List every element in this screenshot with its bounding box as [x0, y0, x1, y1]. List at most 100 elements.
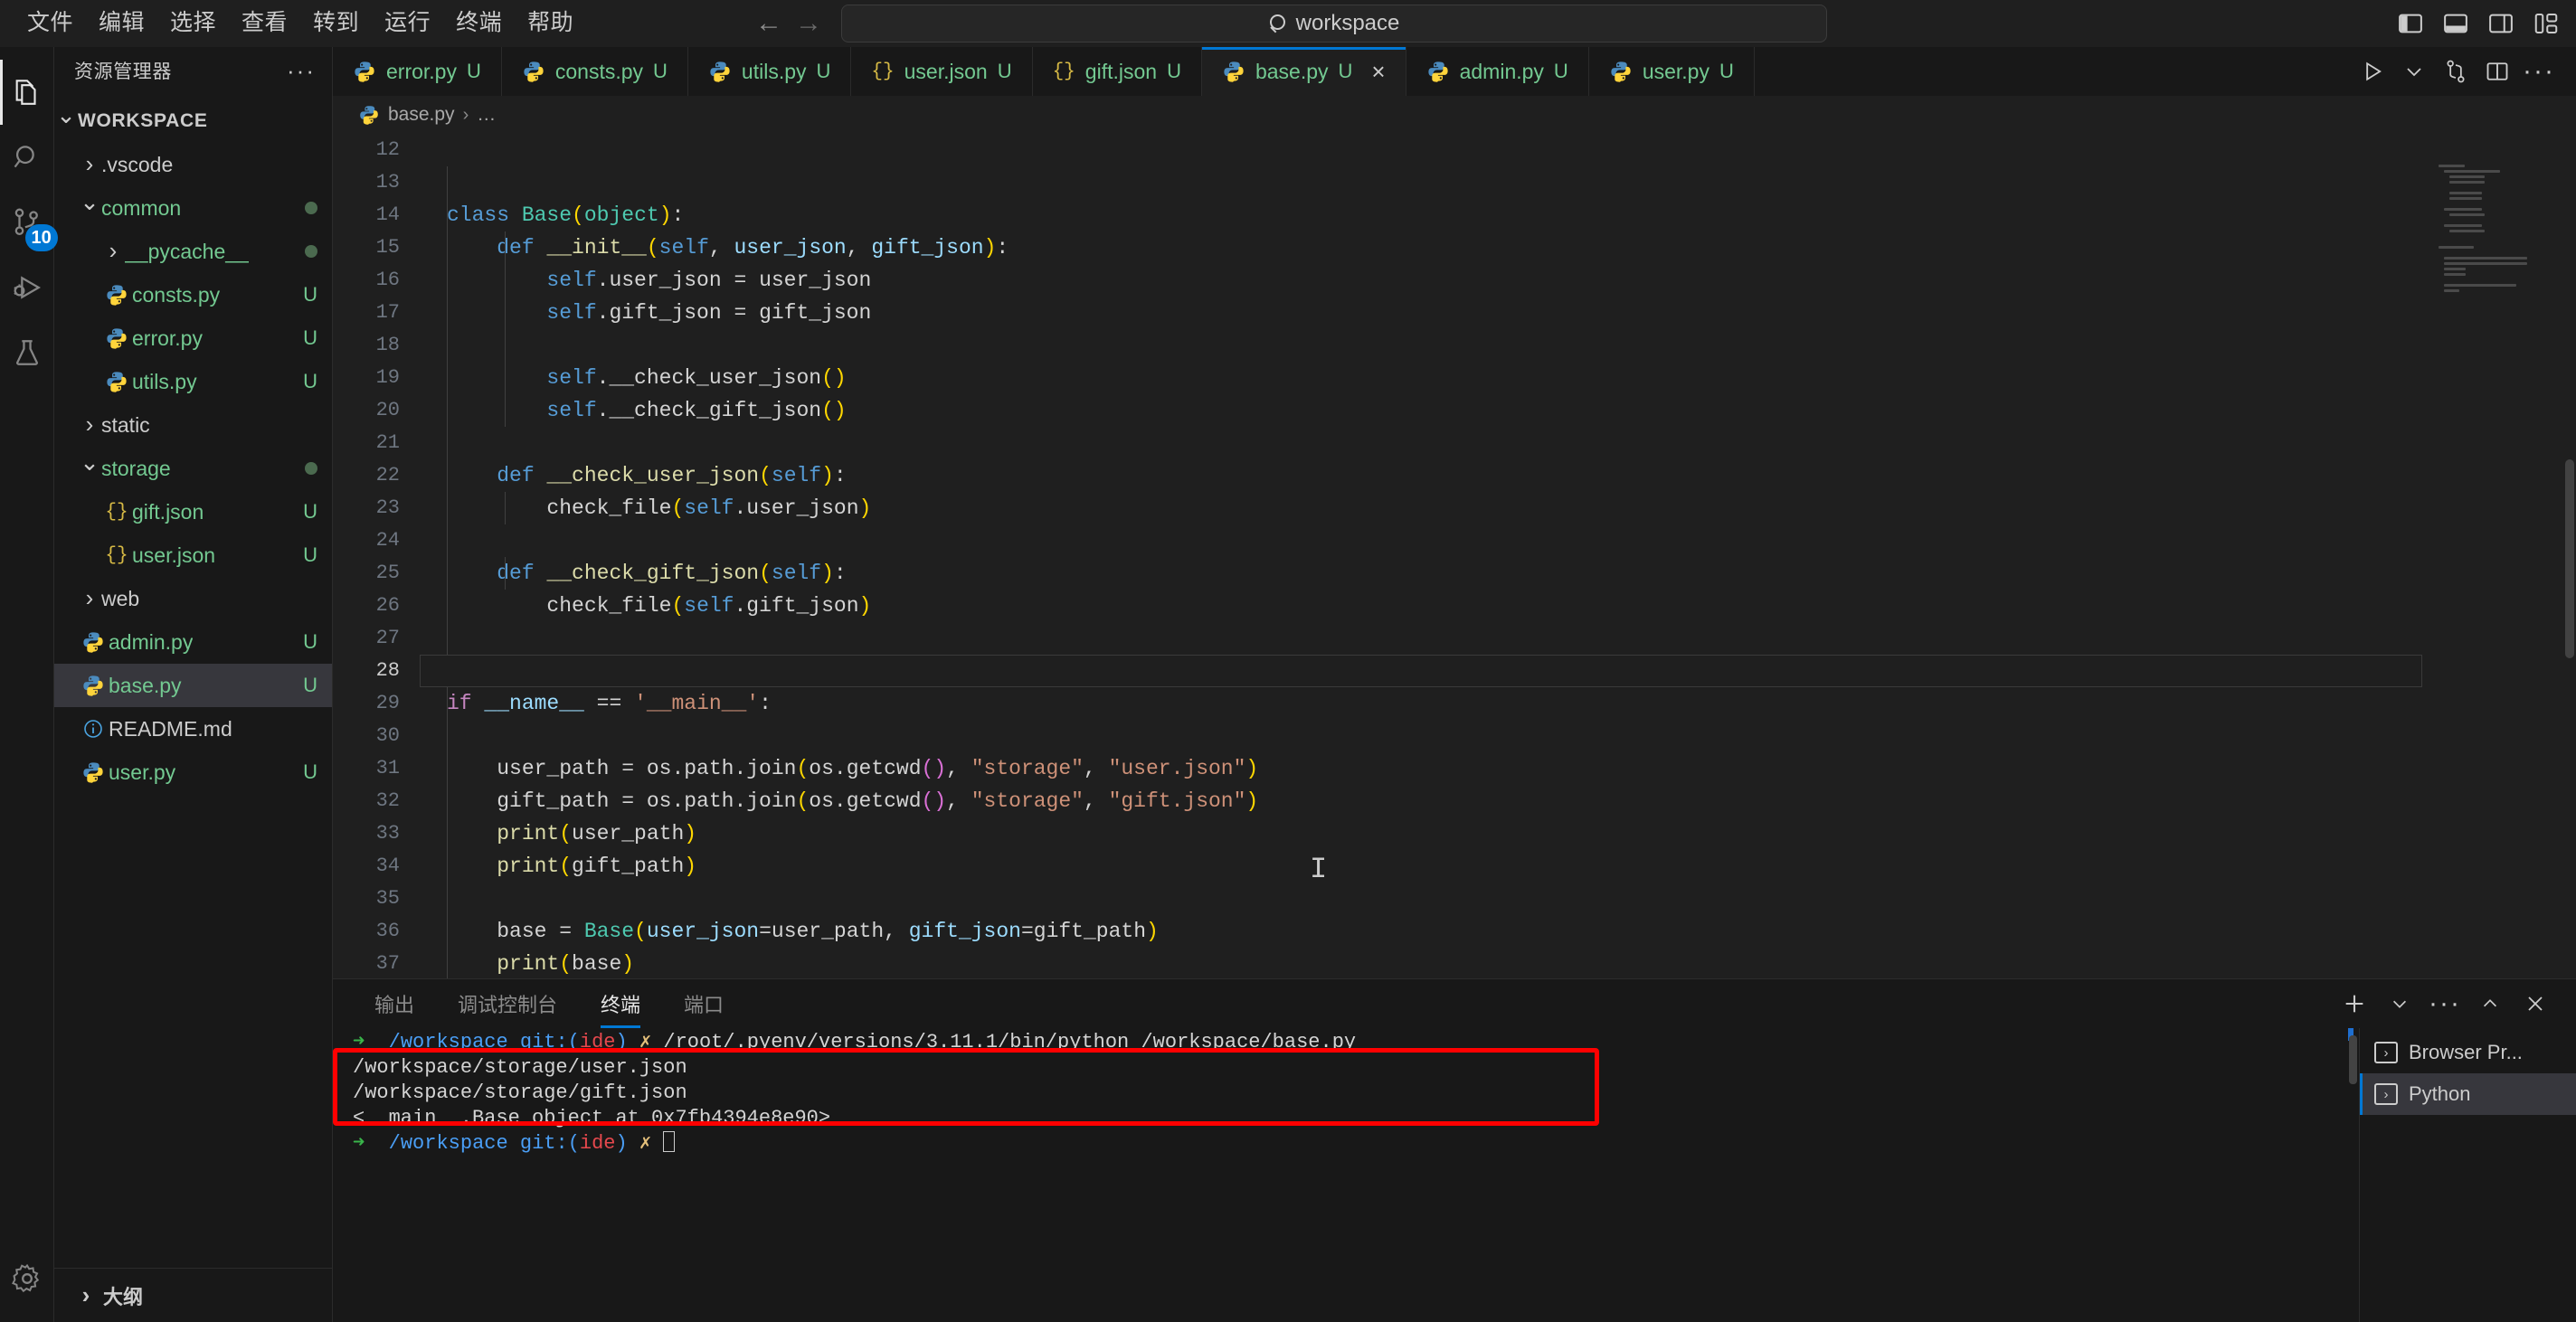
tree-item-common[interactable]: common — [54, 186, 332, 230]
editor-tab-user-py[interactable]: user.py U — [1588, 47, 1755, 96]
menu-item[interactable]: 查看 — [229, 5, 300, 41]
panel-tab-2[interactable]: 终端 — [584, 979, 657, 1028]
menu-item[interactable]: 文件 — [14, 5, 86, 41]
panel-tab-1[interactable]: 调试控制台 — [441, 979, 573, 1028]
tree-item-error-py[interactable]: error.py U — [54, 316, 332, 360]
code-text[interactable]: gift_path = os.path.join(os.getcwd(), "s… — [420, 785, 2431, 817]
tree-item-readme-md[interactable]: README.md — [54, 707, 332, 751]
menu-item[interactable]: 转到 — [300, 5, 372, 41]
menu-item[interactable]: 运行 — [372, 5, 443, 41]
code-text[interactable]: check_file(self.user_json) — [420, 492, 2431, 524]
code-text[interactable]: print(base) — [420, 948, 2431, 978]
split-branch-icon — [2447, 60, 2465, 83]
tree-root-workspace[interactable]: WORKSPACE — [54, 99, 332, 143]
menu-item[interactable]: 终端 — [443, 5, 515, 41]
split-branch-button[interactable] — [2435, 47, 2477, 96]
toggle-panel-icon[interactable] — [2442, 10, 2469, 37]
go-forward-button[interactable]: → — [789, 4, 829, 43]
menu-item[interactable]: 选择 — [157, 5, 229, 41]
split-editor-button[interactable] — [2477, 47, 2518, 96]
close-panel-button[interactable] — [2514, 983, 2556, 1025]
code-text[interactable]: user_path = os.path.join(os.getcwd(), "s… — [420, 752, 2431, 785]
code-text[interactable]: self.__check_user_json() — [420, 362, 2431, 394]
code-text[interactable]: def __check_user_json(self): — [420, 459, 2431, 492]
editor-scrollbar[interactable] — [2563, 134, 2576, 978]
menu-item[interactable]: 帮助 — [515, 5, 586, 41]
editor-tab-close-button[interactable]: × — [1371, 60, 1385, 83]
toggle-primary-sidebar-icon[interactable] — [2397, 10, 2424, 37]
code-line: 18 — [333, 329, 2431, 362]
panel-tab-3[interactable]: 端口 — [668, 979, 740, 1028]
code-line: 37 print(base) — [333, 948, 2431, 978]
line-number: 22 — [375, 464, 400, 486]
tree-item--pycache-[interactable]: __pycache__ — [54, 230, 332, 273]
panel-more-actions-button[interactable]: ··· — [2424, 983, 2466, 1025]
customize-layout-icon[interactable] — [2533, 10, 2560, 37]
code-token: =user_path, — [759, 920, 909, 943]
editor-tab-admin-py[interactable]: admin.py U — [1406, 47, 1589, 96]
tree-item-base-py[interactable]: base.py U — [54, 664, 332, 707]
code-text[interactable]: base = Base(user_json=user_path, gift_js… — [420, 915, 2431, 948]
tree-item-utils-py[interactable]: utils.py U — [54, 360, 332, 403]
activity-item-explorer[interactable] — [0, 60, 54, 125]
editor-tab-base-py[interactable]: base.py U × — [1201, 47, 1406, 96]
activity-item-manage[interactable] — [0, 1246, 54, 1311]
maximize-panel-button[interactable] — [2469, 983, 2511, 1025]
activity-item-source-control[interactable]: 10 — [0, 190, 58, 255]
terminal-scrollbar-thumb[interactable] — [2349, 1035, 2357, 1084]
editor-tab-utils-py[interactable]: utils.py U — [687, 47, 852, 96]
tree-item-consts-py[interactable]: consts.py U — [54, 273, 332, 316]
code-text[interactable]: class Base(object): — [420, 199, 2431, 231]
tree-item-web[interactable]: web — [54, 577, 332, 620]
code-text[interactable]: def __check_gift_json(self): — [420, 557, 2431, 590]
code-viewport[interactable]: 12 13 14 class Base(object): 15 def __init__… — [333, 134, 2431, 978]
code-text[interactable]: def __init__(self, user_json, gift_json)… — [420, 231, 2431, 264]
code-text[interactable]: self.__check_gift_json() — [420, 394, 2431, 427]
tree-item--vscode[interactable]: .vscode — [54, 143, 332, 186]
code-text[interactable]: check_file(self.gift_json) — [420, 590, 2431, 622]
editor-scrollbar-thumb[interactable] — [2565, 459, 2574, 658]
run-options-button[interactable] — [2393, 47, 2435, 96]
tree-item-static[interactable]: static — [54, 403, 332, 447]
breadcrumb-trail[interactable]: … — [477, 104, 496, 126]
code-text[interactable]: print(gift_path) — [420, 850, 2431, 883]
editor-tab-consts-py[interactable]: consts.py U — [501, 47, 688, 96]
activity-item-search[interactable] — [0, 125, 54, 190]
run-python-file-button[interactable] — [2352, 47, 2393, 96]
code-text[interactable]: if __name__ == '__main__': — [420, 687, 2431, 720]
command-center[interactable]: workspace — [841, 5, 1827, 42]
tree-item-label: gift.json — [132, 499, 204, 524]
editor-tab-gift-json[interactable]: {} gift.json U — [1032, 47, 1202, 96]
breadcrumb-file[interactable]: base.py — [388, 104, 455, 126]
editor-more-actions-button[interactable]: ··· — [2518, 47, 2560, 96]
code-token: ) — [684, 822, 697, 845]
sidebar-more-actions-icon[interactable]: ··· — [287, 59, 316, 82]
sidebar-section-outline[interactable]: 大纲 — [54, 1268, 332, 1322]
toggle-secondary-sidebar-icon[interactable] — [2487, 10, 2514, 37]
code-text[interactable]: self.user_json = user_json — [420, 264, 2431, 297]
tree-item-user-json[interactable]: {} user.json U — [54, 534, 332, 577]
add-terminal-button[interactable] — [2334, 983, 2375, 1025]
terminal-profile-dropdown[interactable] — [2379, 983, 2420, 1025]
line-number: 23 — [375, 496, 400, 519]
code-text[interactable]: print(user_path) — [420, 817, 2431, 850]
go-back-button[interactable]: ← — [749, 4, 789, 43]
menu-item[interactable]: 编辑 — [86, 5, 157, 41]
activity-item-testing[interactable] — [0, 320, 54, 385]
activity-item-run-and-debug[interactable] — [0, 255, 54, 320]
panel-tab-0[interactable]: 输出 — [358, 979, 431, 1028]
tree-item-storage[interactable]: storage — [54, 447, 332, 490]
tree-item-admin-py[interactable]: admin.py U — [54, 620, 332, 664]
line-number: 37 — [375, 952, 400, 975]
tree-item-gift-json[interactable]: {} gift.json U — [54, 490, 332, 534]
editor-tab-error-py[interactable]: error.py U — [333, 47, 502, 96]
terminal-output[interactable]: ➜ /workspace git:(ide) ✗ /root/.pyenv/ve… — [333, 1028, 2359, 1322]
minimap[interactable] — [2431, 134, 2576, 978]
terminal-tab-browser-pr-[interactable]: › Browser Pr... — [2360, 1032, 2576, 1073]
code-token: check_file — [447, 496, 672, 520]
terminal-tab-python[interactable]: › Python — [2360, 1073, 2576, 1115]
code-text[interactable]: self.gift_json = gift_json — [420, 297, 2431, 329]
editor-tab-user-json[interactable]: {} user.json U — [851, 47, 1033, 96]
command-center-text: workspace — [1295, 11, 1400, 35]
tree-item-user-py[interactable]: user.py U — [54, 751, 332, 794]
